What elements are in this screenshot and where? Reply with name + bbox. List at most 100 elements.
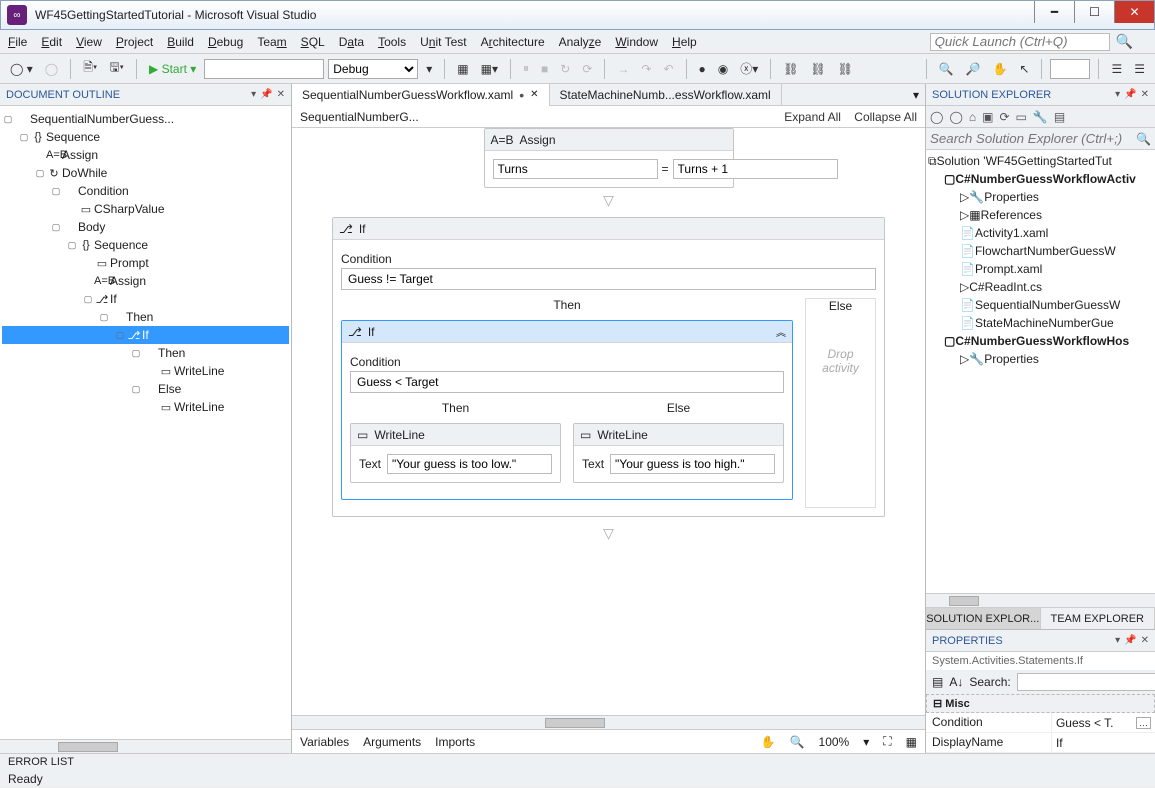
zoom-value[interactable]: 100% — [819, 735, 850, 749]
search-icon[interactable]: 🔍 — [1136, 132, 1151, 146]
nav3-icon[interactable]: ⛓ — [834, 62, 857, 76]
nav2-icon[interactable]: ⛓ — [807, 62, 830, 76]
outline-item[interactable]: ▢⎇If — [2, 326, 289, 344]
save-all-button[interactable]: 🖫▾ — [105, 58, 128, 79]
start-button[interactable]: ▶ Start ▾ — [145, 62, 200, 76]
outline-item[interactable]: ▢SequentialNumberGuess... — [2, 110, 289, 128]
solution-item[interactable]: 📄FlowchartNumberGuessW — [928, 242, 1153, 260]
writeline-then-activity[interactable]: ▭WriteLine Text — [350, 423, 561, 483]
solution-item[interactable]: 📄Activity1.xaml — [928, 224, 1153, 242]
designer-canvas[interactable]: A=BAssign = ▽ ⎇If Condition — [292, 128, 925, 715]
se-props-icon[interactable]: 🔧 — [1033, 110, 1048, 124]
solution-item[interactable]: ▷C#ReadInt.cs — [928, 278, 1153, 296]
panel-dropdown-icon[interactable]: ▾ — [1115, 635, 1120, 646]
solution-item[interactable]: 📄Prompt.xaml — [928, 260, 1153, 278]
se-scrollbar[interactable] — [926, 593, 1155, 607]
menu-tools[interactable]: Tools — [378, 35, 406, 49]
outline-item[interactable]: ▭WriteLine — [2, 362, 289, 380]
outline-item[interactable]: ▢Body — [2, 218, 289, 236]
menu-data[interactable]: Data — [339, 35, 364, 49]
zoom-icon[interactable]: 🔍 — [790, 735, 805, 749]
solution-item[interactable]: ▢C#NumberGuessWorkflowHos — [928, 332, 1153, 350]
assign-value-input[interactable] — [673, 159, 838, 179]
breakpoint-icon[interactable]: ● — [695, 62, 710, 76]
writeline-else-activity[interactable]: ▭WriteLine Text — [573, 423, 784, 483]
collapse-icon[interactable]: ︽ — [776, 324, 786, 339]
back-button[interactable]: ◯ ▾ — [6, 62, 37, 76]
designer-scrollbar[interactable] — [292, 715, 925, 729]
solution-item[interactable]: 📄StateMachineNumberGue — [928, 314, 1153, 332]
pan-icon[interactable]: ✋ — [761, 735, 776, 749]
properties-search-input[interactable] — [1017, 673, 1155, 691]
solution-item[interactable]: ▷🔧Properties — [928, 188, 1153, 206]
panel-dropdown-icon[interactable]: ▾ — [1115, 89, 1120, 100]
start-target-combo[interactable] — [204, 59, 324, 79]
if-inner-activity[interactable]: ⎇If︽ Condition Then ▭ — [341, 320, 793, 500]
toolbox-icon[interactable]: ▦ — [453, 62, 472, 76]
se-search-input[interactable] — [930, 131, 1130, 146]
panel-dropdown-icon[interactable]: ▾ — [251, 89, 256, 100]
se-collapse-icon[interactable]: ▣ — [982, 110, 993, 124]
debug-windows-icon[interactable]: ▦▾ — [477, 62, 502, 76]
solution-tree[interactable]: ⧉Solution 'WF45GettingStartedTut▢C#Numbe… — [926, 150, 1155, 593]
panel-close-icon[interactable]: ✕ — [277, 89, 285, 100]
breadcrumb-path[interactable]: SequentialNumberG... — [300, 110, 419, 124]
find-box[interactable] — [1050, 59, 1090, 79]
cursor-icon[interactable]: ↖ — [1015, 62, 1033, 76]
se-back-icon[interactable]: ◯ — [930, 110, 943, 124]
se-home-icon[interactable]: ⌂ — [969, 110, 976, 124]
solution-item[interactable]: 📄SequentialNumberGuessW — [928, 296, 1153, 314]
menu-project[interactable]: Project — [116, 35, 153, 49]
menu-build[interactable]: Build — [167, 35, 194, 49]
outline-item[interactable]: ▭WriteLine — [2, 398, 289, 416]
collapse-category-icon[interactable]: ⊟ — [933, 698, 942, 710]
outline-item[interactable]: ▢Condition — [2, 182, 289, 200]
outline-item[interactable]: ▢{}Sequence — [2, 128, 289, 146]
writeline-else-input[interactable] — [610, 454, 775, 474]
solution-item[interactable]: ⧉Solution 'WF45GettingStartedTut — [928, 152, 1153, 170]
breakpoint-x-icon[interactable]: ⓧ▾ — [736, 60, 762, 77]
layout-icon[interactable]: ☰ — [1107, 62, 1126, 76]
menu-window[interactable]: Window — [615, 35, 658, 49]
variables-link[interactable]: Variables — [300, 735, 349, 749]
error-list-tab[interactable]: ERROR LIST — [0, 754, 1155, 770]
menu-team[interactable]: Team — [257, 35, 286, 49]
assign-activity[interactable]: A=BAssign = — [484, 128, 734, 188]
menu-unit-test[interactable]: Unit Test — [420, 35, 466, 49]
sort-category-icon[interactable]: ▤ — [932, 675, 943, 689]
ellipsis-button[interactable]: … — [1136, 717, 1151, 729]
quick-launch-input[interactable] — [930, 33, 1110, 51]
expand-all-link[interactable]: Expand All — [784, 110, 841, 124]
outline-item[interactable]: A=BAssign — [2, 146, 289, 164]
config-combo[interactable]: Debug — [328, 59, 418, 79]
tab-statemachine[interactable]: StateMachineNumb...essWorkflow.xaml — [550, 84, 782, 106]
sort-alpha-icon[interactable]: A↓ — [949, 675, 963, 689]
fit-icon[interactable]: ⛶ — [883, 734, 891, 749]
menu-analyze[interactable]: Analyze — [559, 35, 602, 49]
tab-solution-explorer[interactable]: SOLUTION EXPLOR... — [926, 608, 1041, 629]
imports-link[interactable]: Imports — [435, 735, 475, 749]
outline-item[interactable]: ▢Else — [2, 380, 289, 398]
condition-input-outer[interactable] — [341, 268, 876, 290]
menu-debug[interactable]: Debug — [208, 35, 243, 49]
search-icon[interactable]: 🔍 — [1116, 33, 1133, 50]
property-row[interactable]: ConditionGuess < T.… — [926, 713, 1155, 733]
assign-to-input[interactable] — [493, 159, 658, 179]
zoom-icon[interactable]: 🔎 — [962, 62, 985, 76]
find-icon[interactable]: 🔍 — [935, 62, 958, 76]
close-button[interactable]: ✕ — [1114, 1, 1154, 23]
solution-item[interactable]: ▢C#NumberGuessWorkflowActiv — [928, 170, 1153, 188]
panel-close-icon[interactable]: ✕ — [1141, 635, 1149, 646]
maximize-button[interactable]: ☐ — [1074, 1, 1114, 23]
outline-item[interactable]: ▢Then — [2, 308, 289, 326]
zoom-dropdown-icon[interactable]: ▾ — [863, 735, 869, 749]
menu-sql[interactable]: SQL — [301, 35, 325, 49]
condition-input-inner[interactable] — [350, 371, 784, 393]
outline-item[interactable]: ▢{}Sequence — [2, 236, 289, 254]
menu-edit[interactable]: Edit — [41, 35, 62, 49]
menu-file[interactable]: File — [8, 35, 27, 49]
outline-item[interactable]: ▭CSharpValue — [2, 200, 289, 218]
menu-architecture[interactable]: Architecture — [481, 35, 545, 49]
layout2-icon[interactable]: ☰ — [1130, 62, 1149, 76]
se-showall-icon[interactable]: ▭ — [1016, 110, 1027, 124]
